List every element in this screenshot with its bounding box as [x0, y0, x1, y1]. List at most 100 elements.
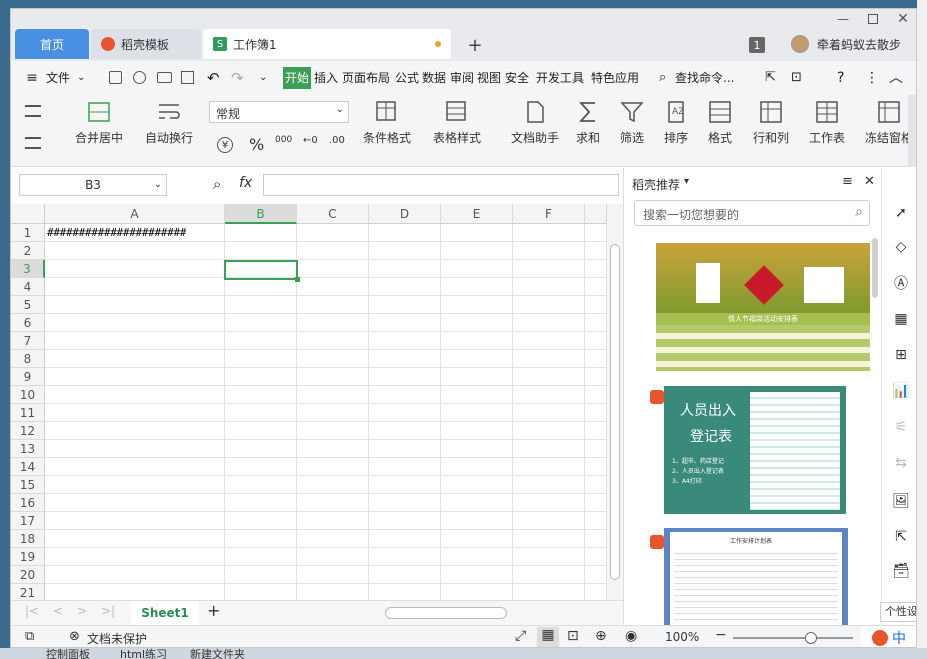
row-header[interactable]: 7 — [11, 332, 45, 350]
text-style-icon[interactable]: Ⓐ — [892, 274, 910, 292]
page-break-icon[interactable]: ⊡ — [567, 628, 579, 644]
cell-a1[interactable]: ###################### — [47, 226, 186, 239]
apps-grid-icon[interactable]: ⊞ — [892, 346, 910, 364]
menu-file[interactable]: 文件 — [46, 67, 70, 89]
menu-formula[interactable]: 公式 — [395, 67, 419, 89]
row-header[interactable]: 3 — [11, 260, 45, 278]
decimal-decrease-icon[interactable]: .00 — [329, 135, 345, 146]
row-header[interactable]: 5 — [11, 296, 45, 314]
archive-icon[interactable]: 🗃 — [892, 562, 910, 580]
merge-center-button[interactable]: 合并居中 — [75, 99, 123, 146]
more-dropdown-icon[interactable]: ⌄ — [259, 67, 267, 89]
row-header[interactable]: 10 — [11, 386, 45, 404]
column-header[interactable]: E — [441, 204, 513, 224]
command-search[interactable]: 查找命令... — [675, 67, 734, 89]
row-header[interactable]: 15 — [11, 476, 45, 494]
maximize-icon[interactable] — [863, 11, 883, 27]
menu-special[interactable]: 特色应用 — [591, 67, 639, 89]
row-header[interactable]: 9 — [11, 368, 45, 386]
thousand-sep-button[interactable]: 000 — [275, 135, 292, 145]
layout-icon[interactable]: ⧉ — [25, 629, 34, 644]
protection-status[interactable]: 文档未保护 — [87, 630, 147, 647]
menu-view[interactable]: 视图 — [477, 67, 501, 89]
selected-cell-b3[interactable] — [224, 260, 298, 280]
horizontal-scrollbar[interactable] — [371, 607, 591, 619]
row-header[interactable]: 17 — [11, 512, 45, 530]
zoom-level[interactable]: 100% — [665, 630, 699, 644]
row-col-button[interactable]: 行和列 — [753, 99, 789, 146]
window-count-badge[interactable]: 1 — [749, 37, 765, 53]
reading-mode-icon[interactable]: ⊕ — [595, 628, 607, 644]
row-header[interactable]: 6 — [11, 314, 45, 332]
table-style-button[interactable]: 表格样式 — [433, 99, 481, 146]
sheet-nav-last-icon[interactable]: >| — [101, 604, 115, 618]
shapes-icon[interactable]: ◇ — [892, 238, 910, 256]
indent-decrease-icon[interactable] — [25, 137, 41, 149]
template-card-valentine[interactable]: 情人节福袋活动安排表 — [656, 243, 870, 371]
row-header[interactable]: 16 — [11, 494, 45, 512]
help-icon[interactable]: ? — [837, 67, 844, 89]
menu-data[interactable]: 数据 — [422, 67, 446, 89]
print-icon[interactable] — [157, 72, 172, 83]
avatar[interactable] — [791, 35, 809, 53]
settings-sliders-icon[interactable]: ⚟ — [892, 418, 910, 436]
formula-input[interactable] — [263, 174, 619, 196]
zoom-out-icon[interactable]: − — [715, 627, 727, 643]
share-out-icon[interactable]: ⇱ — [892, 528, 910, 546]
filter-button[interactable]: 筛选 — [619, 99, 645, 146]
new-tab-plus-icon[interactable]: + — [465, 35, 485, 56]
share-icon[interactable]: ⇱ — [765, 67, 776, 89]
menu-start[interactable]: 开始 — [283, 67, 312, 89]
column-header[interactable]: C — [297, 204, 369, 224]
fx-button[interactable]: fx — [239, 175, 252, 191]
tab-workbook[interactable]: S 工作簿1 — [203, 29, 451, 59]
eye-protection-icon[interactable]: ◉ — [625, 628, 637, 644]
cursor-select-icon[interactable]: ➚ — [892, 204, 910, 222]
transfer-icon[interactable]: ⇆ — [892, 454, 910, 472]
decimal-increase-icon[interactable]: ←0 — [303, 135, 318, 146]
cells-area[interactable] — [45, 224, 607, 602]
tab-docer[interactable]: 稻壳模板 — [91, 29, 201, 59]
close-icon[interactable]: ✕ — [893, 11, 913, 27]
sort-button[interactable]: AZ 排序 — [663, 99, 689, 146]
spreadsheet-grid[interactable]: A B C D E F 1 2 3 4 5 6 7 8 9 10 11 12 13 14 15 16 17 18 1… — [11, 204, 623, 602]
normal-view-icon[interactable]: ▦ — [537, 627, 559, 647]
menu-insert[interactable]: 插入 — [314, 67, 338, 89]
redo-icon[interactable]: ↷ — [231, 67, 244, 89]
collapse-ribbon-icon[interactable]: ︿ — [889, 67, 903, 89]
row-header[interactable]: 13 — [11, 440, 45, 458]
zoom-slider-thumb[interactable] — [805, 632, 817, 644]
name-box[interactable]: B3 ⌄ — [19, 174, 167, 196]
sum-button[interactable]: 求和 — [575, 99, 601, 146]
fill-handle[interactable] — [295, 277, 300, 282]
minimize-icon[interactable]: — — [833, 11, 853, 27]
add-sheet-icon[interactable]: + — [207, 601, 220, 620]
zoom-lookup-icon[interactable]: ⌕ — [213, 175, 221, 193]
panel-scrollbar[interactable] — [872, 238, 878, 298]
image-icon[interactable]: 🖼 — [892, 492, 910, 510]
row-header[interactable]: 18 — [11, 530, 45, 548]
format-button[interactable]: 格式 — [707, 99, 733, 146]
template-card-entry-log[interactable]: 人员出入 登记表 1、超市、药店登记 2、人员出入登记表 3、A4打印 — [664, 386, 846, 514]
panel-title[interactable]: 稻壳推荐 — [632, 176, 680, 193]
menu-security[interactable]: 安全 — [505, 67, 529, 89]
template-card-work-plan[interactable]: 工作安排计划表 — [664, 528, 848, 625]
tab-home[interactable]: 首页 — [15, 29, 89, 59]
number-format-select[interactable]: 常规 ⌄ — [209, 101, 349, 123]
menu-dev-tools[interactable]: 开发工具 — [536, 67, 584, 89]
freeze-panes-button[interactable]: 冻结窗格 — [865, 99, 913, 146]
conditional-format-button[interactable]: 条件格式 — [363, 99, 411, 146]
table-icon[interactable]: ▦ — [892, 310, 910, 328]
ribbon-scroll-right[interactable] — [908, 95, 916, 167]
column-header[interactable]: D — [369, 204, 441, 224]
panel-close-icon[interactable]: ✕ — [864, 174, 875, 189]
row-header[interactable]: 4 — [11, 278, 45, 296]
wrap-text-button[interactable]: 自动换行 — [145, 99, 193, 146]
sheet-nav-next-icon[interactable]: > — [77, 604, 87, 618]
currency-icon[interactable]: ¥ — [217, 137, 233, 153]
menu-review[interactable]: 审阅 — [450, 67, 474, 89]
indent-increase-icon[interactable] — [25, 105, 41, 117]
row-header[interactable]: 14 — [11, 458, 45, 476]
panel-search-input[interactable]: 搜索一切您想要的 ⌕ — [634, 200, 870, 226]
sheet-nav-prev-icon[interactable]: < — [53, 604, 63, 618]
